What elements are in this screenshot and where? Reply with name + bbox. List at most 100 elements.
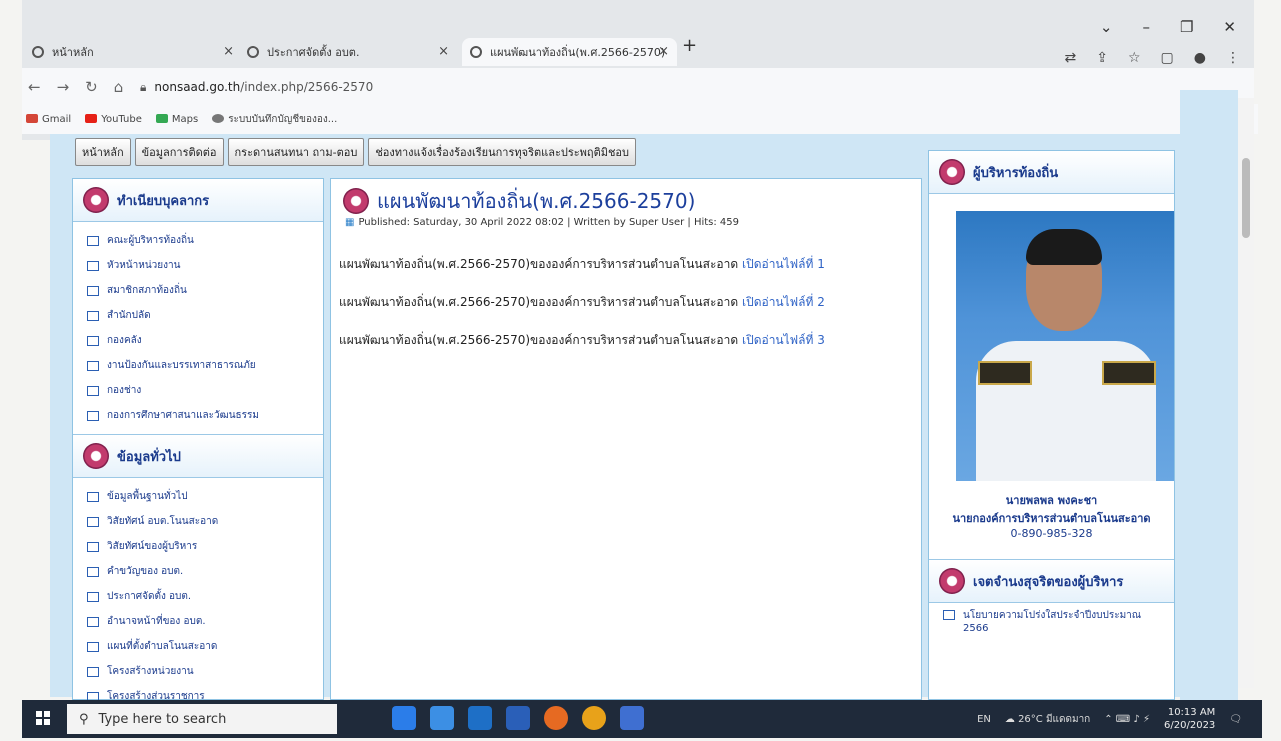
scrollbar[interactable] (1238, 98, 1254, 688)
globe-icon (32, 46, 44, 58)
bookmark-youtube[interactable]: YouTube (85, 114, 142, 125)
lock-icon: 🔒︎ (140, 80, 147, 94)
folder-icon (87, 541, 99, 552)
sidebar-item[interactable]: วิสัยทัศน์ของผู้บริหาร (73, 534, 323, 559)
article-line: แผนพัฒนาท้องถิ่น(พ.ศ.2566-2570)ขององค์กา… (339, 333, 825, 347)
file-link-2[interactable]: เปิดอ่านไฟล์ที่ 2 (742, 295, 825, 309)
notifications-icon[interactable]: 🗨︎ (1229, 714, 1242, 725)
article-line: แผนพัฒนาท้องถิ่น(พ.ศ.2566-2570)ขององค์กา… (339, 295, 825, 309)
folder-icon (87, 285, 99, 296)
menu-contact[interactable]: ข้อมูลการติดต่อ (134, 138, 224, 166)
sidebar-item[interactable]: วิสัยทัศน์ อบต.โนนสะอาด (73, 509, 323, 534)
folder-icon (87, 385, 99, 396)
sidebar-item[interactable]: งานป้องกันและบรรเทาสาธารณภัย (73, 353, 323, 378)
sidebar-item[interactable]: กองการศึกษาศาสนาและวัฒนธรรม (73, 403, 323, 428)
tab-announcement[interactable]: ประกาศจัดตั้ง อบต. × (247, 38, 457, 66)
sidebar-item[interactable]: กองช่าง (73, 378, 323, 403)
translate-icon[interactable]: ⇄ (1065, 50, 1077, 66)
folder-icon (87, 410, 99, 421)
minimize-icon[interactable]: – (1142, 18, 1150, 36)
sidebar-item[interactable]: โครงสร้างหน่วยงาน (73, 659, 323, 684)
reload-icon[interactable]: ↻ (85, 78, 98, 96)
folder-icon (87, 591, 99, 602)
sidebar-item[interactable]: ข้อมูลพื้นฐานทั่วไป (73, 484, 323, 509)
more-icon[interactable]: ⋮ (1226, 50, 1240, 66)
url-field[interactable]: 🔒︎ nonsaad.go.th/index.php/2566-2570 (140, 80, 373, 95)
store-icon[interactable] (468, 706, 492, 730)
sidebar-item[interactable]: แผนที่ตั้งตำบลโนนสะอาด (73, 634, 323, 659)
left-sidebar: ทำเนียบบุคลากร คณะผู้บริหารท้องถิ่น หัวห… (72, 178, 324, 702)
forward-icon[interactable]: → (57, 78, 70, 96)
file-link-1[interactable]: เปิดอ่านไฟล์ที่ 1 (742, 257, 825, 271)
dropdown-icon[interactable]: ⌄ (1100, 18, 1113, 36)
sidebar-header-personnel: ทำเนียบบุคลากร (73, 179, 323, 222)
star-icon[interactable]: ☆ (1128, 50, 1141, 66)
restore-icon[interactable]: ❐ (1180, 18, 1193, 36)
sidebar-header-general: ข้อมูลทั่วไป (73, 434, 323, 478)
close-tab-icon[interactable]: × (658, 44, 669, 59)
scroll-thumb[interactable] (1242, 158, 1250, 238)
mail-icon[interactable] (506, 706, 530, 730)
sidepanel-icon[interactable]: ▢ (1161, 50, 1174, 66)
bookmark-accounting[interactable]: ระบบบันทึกบัญชีขององ... (212, 112, 337, 127)
sidebar-item[interactable]: นโยบายความโปร่งใสประจำปีงบประมาณ 2566 (929, 603, 1174, 639)
menu-complaint[interactable]: ช่องทางแจ้งเรื่องร้องเรียนการทุจริตและปร… (368, 138, 637, 166)
app-icon[interactable] (620, 706, 644, 730)
tray-icons[interactable]: ⌃ ⌨ ♪ ⚡ (1104, 714, 1150, 725)
sidebar-item[interactable]: คณะผู้บริหารท้องถิ่น (73, 228, 323, 253)
windows-start-icon[interactable] (36, 711, 50, 725)
file-link-3[interactable]: เปิดอ่านไฟล์ที่ 3 (742, 333, 825, 347)
nav-buttons: ← → ↻ ⌂ (28, 78, 123, 96)
bookmark-maps[interactable]: Maps (155, 114, 198, 125)
close-window-icon[interactable]: ✕ (1223, 18, 1236, 36)
emblem-icon (83, 443, 109, 469)
executive-position: นายกองค์การบริหารส่วนตำบลโนนสะอาด (952, 512, 1151, 525)
firefox-icon[interactable] (544, 706, 568, 730)
weather[interactable]: ☁ 26°C มีแดดมาก (1005, 712, 1090, 727)
folder-icon (87, 235, 99, 246)
explorer-icon[interactable] (430, 706, 454, 730)
folder-icon (87, 566, 99, 577)
right-sidebar: ผู้บริหารท้องถิ่น นายพลพล พงคะชา นายกองค… (928, 150, 1175, 700)
folder-icon (87, 491, 99, 502)
executive-name: นายพลพล พงคะชา (1005, 494, 1098, 507)
maps-icon (155, 114, 168, 123)
profile-icon[interactable]: ● (1194, 50, 1206, 66)
close-tab-icon[interactable]: × (223, 44, 234, 59)
emblem-icon (343, 188, 369, 214)
sidebar-item[interactable]: คำขวัญของ อบต. (73, 559, 323, 584)
search-icon: ⚲ (79, 711, 89, 727)
taskbar-search[interactable]: ⚲ Type here to search (67, 704, 337, 734)
folder-icon (943, 610, 955, 620)
globe-icon (212, 114, 225, 123)
language-indicator[interactable]: EN (977, 714, 991, 725)
edge-icon[interactable] (392, 706, 416, 730)
menu-forum[interactable]: กระดานสนทนา ถาม-ตอบ (227, 138, 365, 166)
home-icon[interactable]: ⌂ (114, 78, 124, 96)
hair (1026, 229, 1102, 265)
taskbar: ⚲ Type here to search EN ☁ 26°C มีแดดมาก… (22, 700, 1262, 738)
tab-development-plan[interactable]: แผนพัฒนาท้องถิ่น(พ.ศ.2566-2570) × (462, 38, 677, 66)
clock[interactable]: 10:13 AM 6/20/2023 (1164, 706, 1215, 732)
sidebar-item[interactable]: หัวหน้าหน่วยงาน (73, 253, 323, 278)
folder-icon (87, 616, 99, 627)
sidebar-item[interactable]: กองคลัง (73, 328, 323, 353)
executives-header: ผู้บริหารท้องถิ่น (929, 151, 1174, 194)
tab-home[interactable]: หน้าหลัก × (32, 38, 242, 66)
bookmark-gmail[interactable]: Gmail (26, 114, 71, 125)
close-tab-icon[interactable]: × (438, 44, 449, 59)
page-title: แผนพัฒนาท้องถิ่น(พ.ศ.2566-2570) (343, 185, 695, 217)
article-meta: ▦ Published: Saturday, 30 April 2022 08:0… (345, 217, 740, 228)
back-icon[interactable]: ← (28, 78, 41, 96)
window-controls: ⌄ – ❐ ✕ (1100, 18, 1236, 36)
chrome-icon[interactable] (582, 706, 606, 730)
sidebar-item[interactable]: ประกาศจัดตั้ง อบต. (73, 584, 323, 609)
share-icon[interactable]: ⇪ (1096, 50, 1108, 66)
sidebar-item[interactable]: อำนาจหน้าที่ของ อบต. (73, 609, 323, 634)
sidebar-item[interactable]: สมาชิกสภาท้องถิ่น (73, 278, 323, 303)
sidebar-item[interactable]: สำนักปลัด (73, 303, 323, 328)
menu-home[interactable]: หน้าหลัก (75, 138, 131, 166)
epaulette (1102, 361, 1156, 385)
new-tab-icon[interactable]: + (682, 35, 697, 56)
folder-icon (87, 360, 99, 371)
